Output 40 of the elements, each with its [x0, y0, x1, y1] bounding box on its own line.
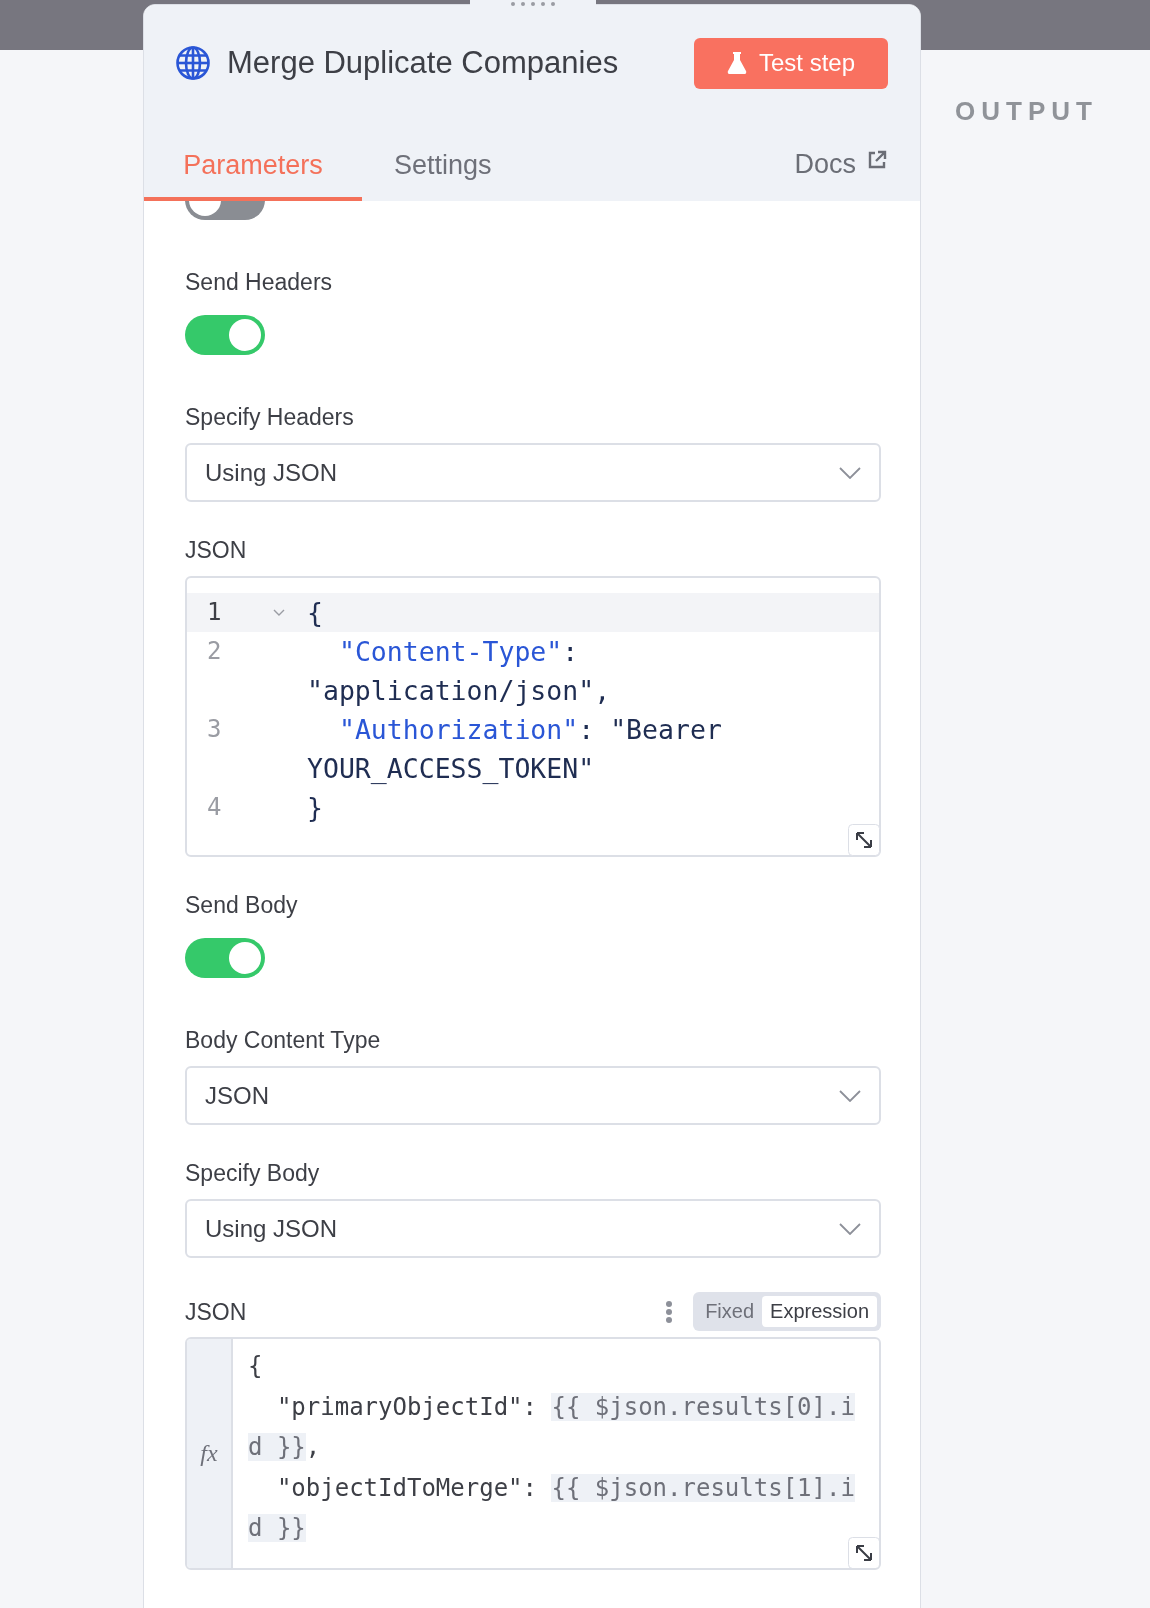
code-line: }: [307, 791, 324, 825]
select-field[interactable]: Using JSON: [185, 1199, 881, 1258]
line-number: 3: [206, 714, 223, 745]
external-link-icon: [866, 149, 888, 171]
tab[interactable]: Settings: [362, 143, 524, 201]
expand-icon[interactable]: [848, 824, 880, 856]
node-title: Merge Duplicate Companies: [227, 45, 620, 81]
more-options-icon[interactable]: [665, 1299, 674, 1324]
line-number: 1: [206, 597, 223, 628]
globe-icon: [175, 45, 211, 81]
chevron-down-icon: [839, 1222, 861, 1235]
expand-icon[interactable]: [848, 1537, 879, 1568]
code-editor[interactable]: 1 { 2 "Content-Type": "application/json", 3 "Authorization": "Bearer YOUR_ACCESS_TOKEN" 4 }: [185, 576, 881, 857]
toggle-switch[interactable]: [185, 315, 265, 355]
select-field[interactable]: Using JSON: [185, 443, 881, 502]
select-field[interactable]: JSON: [185, 1066, 881, 1125]
fold-caret-icon[interactable]: [273, 609, 285, 617]
output-heading: OUTPUT: [955, 96, 1098, 126]
field-label: Specify Body: [185, 1159, 320, 1187]
field-label: JSON: [185, 1297, 247, 1326]
field-label: Specify Headers: [185, 403, 354, 431]
line-number: 2: [206, 636, 223, 667]
code-line: "Authorization": "Bearer YOUR_ACCESS_TOKEN": [307, 713, 723, 786]
mode-option[interactable]: Expression: [762, 1296, 877, 1327]
code-line: {: [248, 1351, 264, 1382]
docs-link[interactable]: Docs: [794, 143, 888, 201]
chevron-down-icon: [839, 1089, 861, 1102]
flask-icon: [726, 51, 747, 75]
field-label: Send Headers: [185, 268, 333, 296]
line-number: 4: [206, 792, 223, 823]
field-label: Send Body: [185, 891, 298, 919]
code-line: "Content-Type": "application/json",: [307, 635, 612, 708]
field-label: Body Content Type: [185, 1026, 381, 1054]
chevron-down-icon: [839, 466, 861, 479]
toggle-switch[interactable]: [185, 938, 265, 978]
expression-editor[interactable]: fx { "primaryObjectId": {{ $json.results[0].id }}, "objectIdToMerge": {{ $json.results[1].id }}: [185, 1337, 881, 1570]
code-line: {: [307, 596, 324, 630]
field-label: JSON: [185, 536, 247, 564]
mode-option[interactable]: Fixed: [697, 1296, 763, 1327]
fx-label: fx: [200, 1440, 218, 1467]
